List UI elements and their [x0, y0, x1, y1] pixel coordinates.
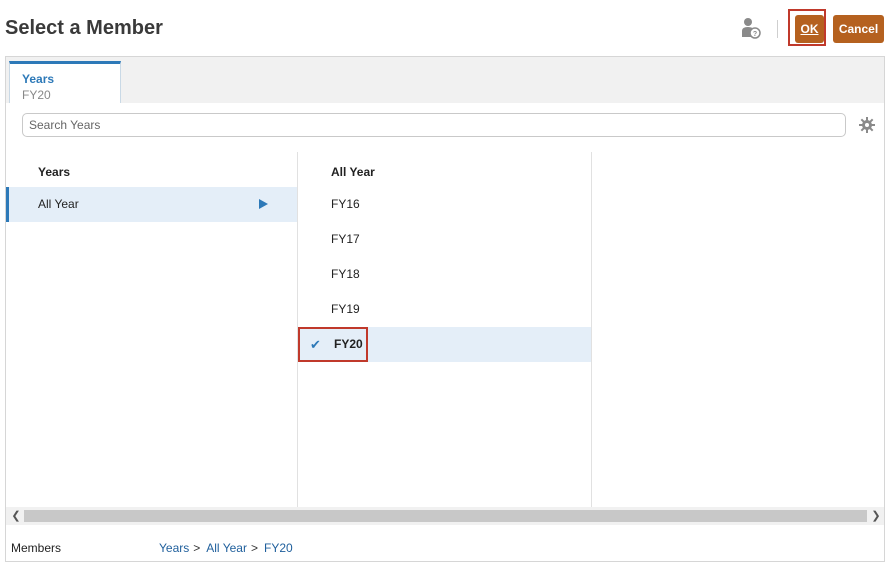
- column-header-all-year: All Year: [331, 165, 375, 179]
- user-help-icon[interactable]: ?: [741, 17, 761, 39]
- toolbar-divider: [777, 20, 778, 38]
- cancel-button[interactable]: Cancel: [833, 15, 884, 43]
- gear-icon[interactable]: [859, 117, 875, 133]
- checkmark-icon: ✔: [310, 337, 321, 352]
- dialog-title: Select a Member: [5, 17, 163, 39]
- breadcrumb-item-all-year[interactable]: All Year: [206, 541, 247, 555]
- ok-button[interactable]: OK: [795, 15, 824, 43]
- scroll-left-icon[interactable]: ❮: [8, 507, 24, 525]
- breadcrumb: Years > All Year > FY20: [159, 541, 293, 555]
- list-item-label: FY20: [334, 337, 363, 351]
- tab-strip: Years FY20: [6, 57, 884, 103]
- member-selector-panel: Years FY20 Search Years Years All Year A…: [5, 56, 885, 562]
- list-item-fy19[interactable]: FY19: [298, 292, 591, 327]
- tab-subtitle: FY20: [22, 88, 51, 102]
- selection-accent: [6, 187, 9, 222]
- breadcrumb-item-fy20[interactable]: FY20: [264, 541, 293, 555]
- scrollbar-thumb[interactable]: [24, 510, 867, 522]
- list-item-all-year[interactable]: All Year: [6, 187, 297, 222]
- search-input[interactable]: Search Years: [22, 113, 846, 137]
- list-item-label: FY18: [331, 267, 360, 281]
- list-item-fy18[interactable]: FY18: [298, 257, 591, 292]
- column-divider: [591, 152, 592, 508]
- list-item-label: FY16: [331, 197, 360, 211]
- list-item-fy20[interactable]: ✔ FY20: [298, 327, 591, 362]
- breadcrumb-separator: >: [250, 541, 258, 555]
- svg-text:?: ?: [753, 31, 757, 38]
- list-item-label: All Year: [38, 197, 79, 211]
- breadcrumb-item-years[interactable]: Years: [159, 541, 189, 555]
- list-item-fy16[interactable]: FY16: [298, 187, 591, 222]
- tab-years[interactable]: Years FY20: [9, 61, 121, 103]
- breadcrumb-separator: >: [193, 541, 201, 555]
- horizontal-scrollbar[interactable]: ❮ ❯: [6, 507, 884, 525]
- scroll-right-icon[interactable]: ❯: [868, 507, 884, 525]
- expand-arrow-icon[interactable]: [259, 199, 268, 209]
- list-item-label: FY19: [331, 302, 360, 316]
- members-label: Members: [11, 541, 62, 555]
- list-item-fy17[interactable]: FY17: [298, 222, 591, 257]
- list-item-label: FY17: [331, 232, 360, 246]
- tab-title: Years: [22, 72, 55, 86]
- column-header-years: Years: [38, 165, 71, 179]
